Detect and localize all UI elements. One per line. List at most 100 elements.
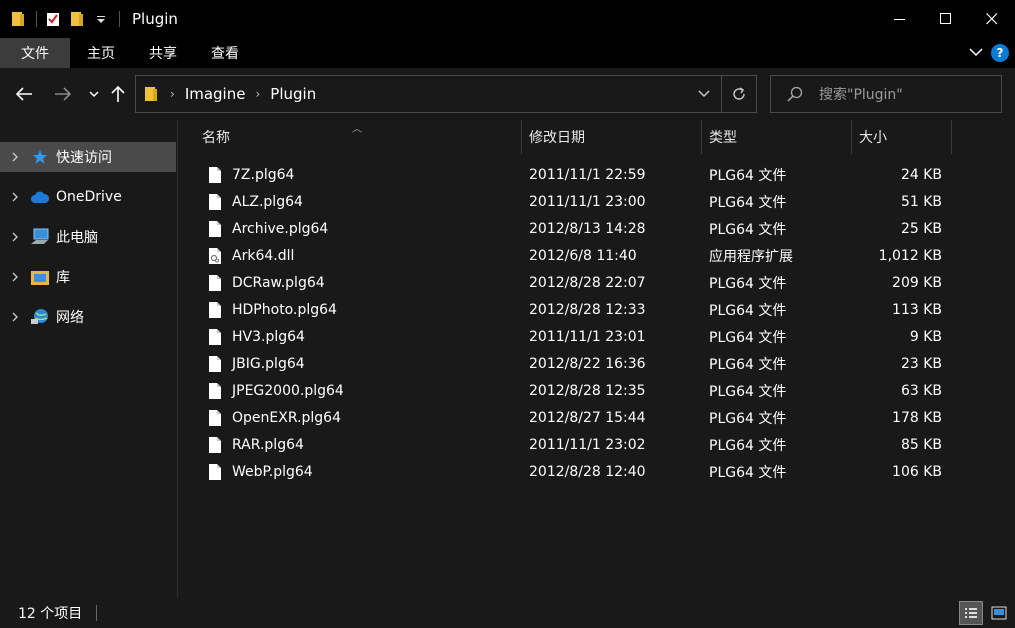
sidebar-item-network[interactable]: 网络 [0, 302, 176, 332]
sidebar-item-this-pc[interactable]: 此电脑 [0, 222, 176, 252]
file-size: 24 KB [900, 166, 942, 183]
file-name-cell[interactable]: JBIG.plg64 [208, 350, 305, 377]
file-name: HDPhoto.plg64 [232, 301, 337, 318]
tab-share[interactable]: 共享 [132, 38, 194, 68]
details-view-icon[interactable] [959, 601, 983, 625]
chevron-right-icon[interactable]: › [255, 87, 260, 101]
sidebar-item-label: 快速访问 [56, 150, 112, 166]
address-bar[interactable]: › Imagine › Plugin [135, 75, 757, 113]
tab-file[interactable]: 文件 [0, 38, 70, 68]
search-input[interactable]: 搜索"Plugin" [770, 75, 1002, 113]
column-header-size[interactable]: 大小 [859, 120, 951, 154]
file-type: PLG64 文件 [709, 194, 787, 211]
customize-toolbar-icon[interactable] [93, 11, 109, 27]
breadcrumb-imagine[interactable]: Imagine [185, 85, 246, 103]
recent-locations-button[interactable] [84, 84, 104, 104]
chevron-right-icon[interactable] [0, 272, 30, 282]
file-name: JPEG2000.plg64 [232, 382, 344, 399]
file-name-cell[interactable]: HDPhoto.plg64 [208, 296, 337, 323]
file-type: PLG64 文件 [709, 167, 787, 184]
minimize-button[interactable] [877, 0, 923, 38]
table-row[interactable]: JPEG2000.plg64 2012/8/28 12:35 PLG64 文件 63 … [202, 377, 942, 404]
help-icon[interactable]: ? [991, 44, 1009, 62]
column-divider[interactable] [851, 120, 852, 154]
file-icon [208, 166, 224, 184]
chevron-right-icon[interactable]: › [170, 87, 175, 101]
sidebar-item-onedrive[interactable]: OneDrive [0, 182, 176, 212]
file-name: WebP.plg64 [232, 463, 313, 480]
file-date: 2012/8/28 12:35 [529, 382, 646, 399]
table-row[interactable]: DCRaw.plg64 2012/8/28 22:07 PLG64 文件 209 KB [202, 269, 942, 296]
search-icon [787, 86, 803, 102]
item-count: 12 个项目 [18, 606, 83, 622]
chevron-right-icon[interactable] [0, 232, 30, 242]
file-name: RAR.plg64 [232, 436, 304, 453]
table-row[interactable]: WebP.plg64 2012/8/28 12:40 PLG64 文件 106 KB [202, 458, 942, 485]
sidebar-item-label: 此电脑 [56, 230, 98, 246]
column-divider[interactable] [701, 120, 702, 154]
toolbar-separator [36, 11, 37, 27]
refresh-icon[interactable] [722, 86, 756, 102]
forward-button[interactable] [53, 84, 73, 104]
table-row[interactable]: JBIG.plg64 2012/8/22 16:36 PLG64 文件 23 KB [202, 350, 942, 377]
up-button[interactable] [108, 84, 128, 104]
file-date: 2012/8/28 12:33 [529, 301, 646, 318]
table-row[interactable]: ALZ.plg64 2011/11/1 23:00 PLG64 文件 51 KB [202, 188, 942, 215]
file-name-cell[interactable]: RAR.plg64 [208, 431, 304, 458]
column-header-date[interactable]: 修改日期 [529, 120, 701, 154]
window-controls [877, 0, 1015, 38]
tab-home[interactable]: 主页 [70, 38, 132, 68]
file-name-cell[interactable]: 7Z.plg64 [208, 161, 294, 188]
file-name-cell[interactable]: Ark64.dll [208, 242, 294, 269]
breadcrumb-plugin[interactable]: Plugin [270, 85, 316, 103]
file-icon [208, 301, 224, 319]
chevron-right-icon[interactable] [0, 152, 30, 162]
chevron-right-icon[interactable] [0, 312, 30, 322]
column-divider[interactable] [521, 120, 522, 154]
file-size: 85 KB [900, 436, 942, 453]
table-row[interactable]: Ark64.dll 2012/6/8 11:40 应用程序扩展 1,012 KB [202, 242, 942, 269]
table-row[interactable]: Archive.plg64 2012/8/13 14:28 PLG64 文件 25 K… [202, 215, 942, 242]
file-name-cell[interactable]: JPEG2000.plg64 [208, 377, 344, 404]
file-name-cell[interactable]: DCRaw.plg64 [208, 269, 325, 296]
expand-ribbon-icon[interactable] [969, 45, 983, 61]
column-divider[interactable] [951, 120, 952, 154]
file-type: PLG64 文件 [709, 221, 787, 238]
chevron-down-icon[interactable] [687, 90, 721, 98]
column-header-name[interactable]: 名称 [202, 120, 520, 154]
quick-access-toolbar: Plugin [0, 0, 178, 38]
large-icons-view-icon[interactable] [987, 601, 1011, 625]
sidebar-item-label: 库 [56, 270, 70, 286]
sidebar-item-quick-access[interactable]: 快速访问 [0, 142, 176, 172]
file-name-cell[interactable]: WebP.plg64 [208, 458, 313, 485]
file-name-cell[interactable]: ALZ.plg64 [208, 188, 303, 215]
sidebar-item-label: 网络 [56, 310, 84, 326]
table-row[interactable]: OpenEXR.plg64 2012/8/27 15:44 PLG64 文件 178 … [202, 404, 942, 431]
new-folder-icon[interactable] [69, 11, 85, 27]
table-row[interactable]: 7Z.plg64 2011/11/1 22:59 PLG64 文件 24 KB [202, 161, 942, 188]
file-icon [208, 436, 224, 454]
table-row[interactable]: HV3.plg64 2011/11/1 23:01 PLG64 文件 9 KB [202, 323, 942, 350]
cloud-icon [30, 187, 50, 207]
file-type: PLG64 文件 [709, 302, 787, 319]
file-type: PLG64 文件 [709, 464, 787, 481]
file-icon [208, 274, 224, 292]
maximize-button[interactable] [923, 0, 969, 38]
chevron-right-icon[interactable] [0, 192, 30, 202]
file-name-cell[interactable]: OpenEXR.plg64 [208, 404, 341, 431]
close-button[interactable] [969, 0, 1015, 38]
tab-view[interactable]: 查看 [194, 38, 256, 68]
sidebar-item-libraries[interactable]: 库 [0, 262, 176, 292]
address-controls [687, 76, 756, 112]
column-header-type[interactable]: 类型 [709, 120, 851, 154]
table-row[interactable]: HDPhoto.plg64 2012/8/28 12:33 PLG64 文件 113 … [202, 296, 942, 323]
properties-icon[interactable] [45, 11, 61, 27]
file-icon [208, 220, 224, 238]
table-row[interactable]: RAR.plg64 2011/11/1 23:02 PLG64 文件 85 KB [202, 431, 942, 458]
file-date: 2012/8/27 15:44 [529, 409, 646, 426]
file-name-cell[interactable]: HV3.plg64 [208, 323, 305, 350]
back-button[interactable] [14, 84, 34, 104]
file-size: 25 KB [900, 220, 942, 237]
file-name-cell[interactable]: Archive.plg64 [208, 215, 328, 242]
sidebar-item-label: OneDrive [56, 189, 122, 205]
